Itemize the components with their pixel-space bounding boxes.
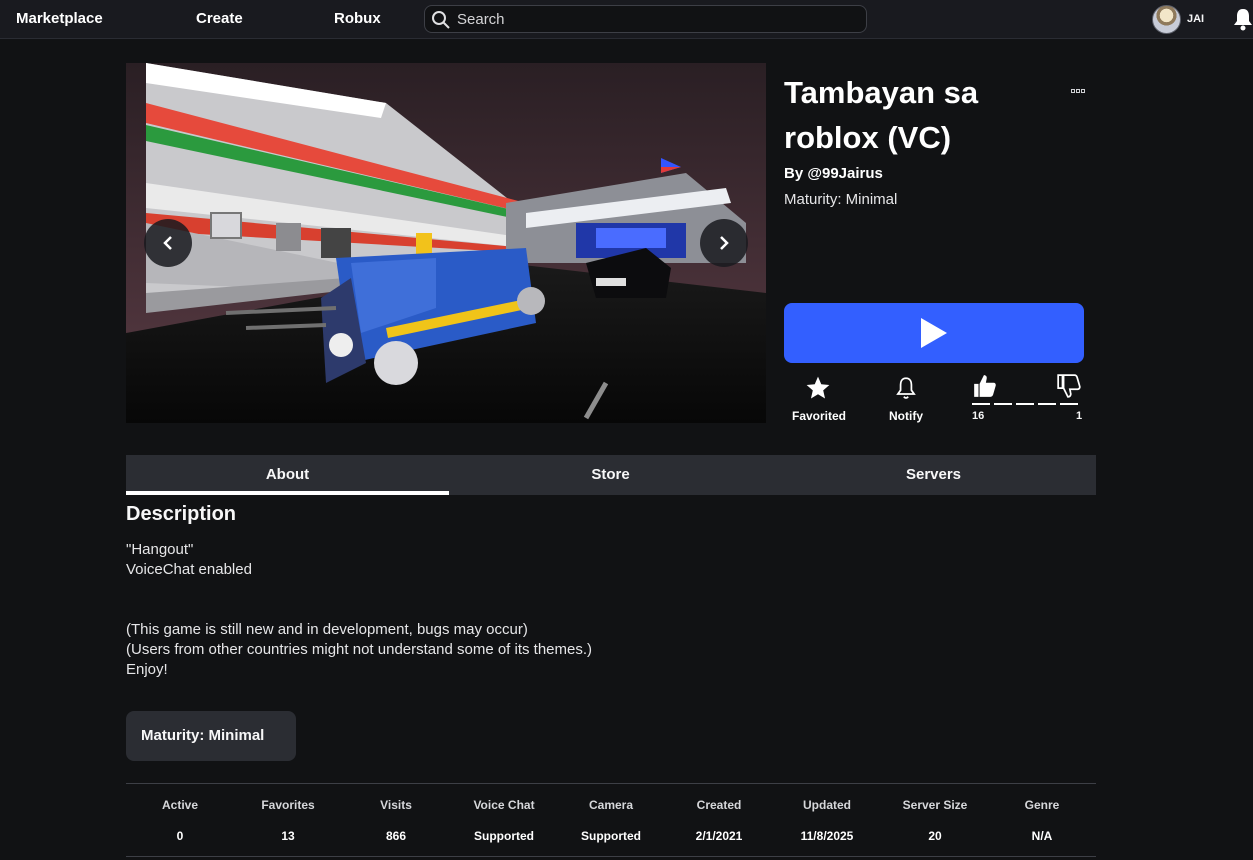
bell-outline-icon (896, 377, 916, 399)
stat-value: 866 (385, 829, 407, 843)
vote-bar-segment (1038, 403, 1056, 405)
game-thumbnail-image (126, 63, 766, 423)
maturity-rating: Maturity: Minimal (784, 191, 898, 208)
game-title: Tambayan sa roblox (VC) (784, 75, 979, 155)
notify-button[interactable]: Notify (886, 375, 926, 423)
description-heading: Description (126, 503, 237, 525)
stat-camera: Camera Supported (557, 784, 665, 843)
notify-label: Notify (889, 409, 923, 423)
stat-label: Camera (588, 798, 634, 812)
creator-byline: By @99Jairus (784, 165, 883, 182)
stat-label: Voice Chat (473, 798, 535, 812)
stat-value: 11/8/2025 (800, 829, 854, 843)
search-input[interactable] (457, 9, 857, 29)
stat-value: N/A (1031, 829, 1053, 843)
stat-value: 2/1/2021 (695, 829, 743, 843)
play-icon (921, 318, 947, 348)
tab-store[interactable]: Store (449, 455, 772, 495)
stat-updated: Updated 11/8/2025 (773, 784, 881, 843)
stat-created: Created 2/1/2021 (665, 784, 773, 843)
more-dot-icon (1071, 89, 1075, 93)
top-navigation-bar: Marketplace Create Robux JAI (0, 0, 1253, 39)
stat-label: Genre (1024, 798, 1060, 812)
carousel-prev-button[interactable] (144, 219, 192, 267)
game-detail-tabs: About Store Servers (126, 455, 1096, 495)
star-icon (806, 376, 830, 399)
stat-active: Active 0 (126, 784, 234, 843)
more-dot-icon (1076, 89, 1080, 93)
username-label[interactable]: JAI (1187, 13, 1204, 25)
stat-value: Supported (581, 829, 641, 843)
stat-label: Favorites (261, 798, 315, 812)
stat-label: Updated (803, 798, 851, 812)
description-text: "Hangout" VoiceChat enabled (This game i… (126, 541, 593, 678)
play-button[interactable] (784, 303, 1084, 363)
favorite-label: Favorited (792, 409, 847, 423)
upvote-count: 16 (972, 410, 985, 422)
stat-voice-chat: Voice Chat Supported (450, 784, 558, 843)
more-dot-icon (1081, 89, 1085, 93)
stat-label: Active (161, 798, 199, 812)
vote-bar-segment (1060, 403, 1078, 405)
vote-bar-segment (1016, 403, 1034, 405)
downvote-button[interactable] (1056, 373, 1082, 404)
game-thumbnail-carousel (126, 63, 766, 423)
thumbs-down-icon (1057, 374, 1081, 398)
stat-favorites: Favorites 13 (234, 784, 342, 843)
stat-genre: Genre N/A (988, 784, 1096, 843)
chevron-left-icon (163, 236, 172, 250)
stat-label: Created (696, 798, 742, 812)
more-options-button[interactable] (1071, 80, 1091, 93)
stat-value: Supported (474, 829, 534, 843)
nav-create-link[interactable]: Create (196, 10, 243, 27)
stat-server-size: Server Size 20 (881, 784, 989, 843)
notifications-bell-icon[interactable] (1233, 7, 1253, 31)
maturity-pill: Maturity: Minimal (126, 711, 296, 761)
vote-ratio-bar (972, 403, 1080, 405)
stat-label: Server Size (902, 798, 968, 812)
search-bar[interactable] (424, 5, 867, 33)
stat-value: 0 (176, 829, 184, 843)
downvote-count: 1 (1076, 410, 1083, 422)
game-stats-table: Active 0 Favorites 13 Visits 866 Voice C… (126, 783, 1096, 857)
nav-robux-link[interactable]: Robux (334, 10, 381, 27)
stat-visits: Visits 866 (342, 784, 450, 843)
by-label: By (784, 165, 804, 182)
stat-value: 13 (281, 829, 295, 843)
upvote-button[interactable] (972, 373, 998, 404)
stat-value: 20 (928, 829, 942, 843)
chevron-right-icon (720, 236, 729, 250)
tab-servers[interactable]: Servers (772, 455, 1095, 495)
creator-link[interactable]: @99Jairus (807, 165, 883, 182)
user-avatar[interactable] (1152, 5, 1181, 34)
thumbs-up-icon (974, 375, 996, 397)
search-icon (432, 11, 450, 29)
vote-bar-segment (994, 403, 1012, 405)
vote-bar-segment (972, 403, 990, 405)
carousel-next-button[interactable] (700, 219, 748, 267)
nav-marketplace-link[interactable]: Marketplace (16, 10, 103, 27)
favorite-button[interactable]: Favorited (792, 375, 847, 423)
tab-about[interactable]: About (126, 455, 449, 495)
stat-label: Visits (380, 798, 412, 812)
